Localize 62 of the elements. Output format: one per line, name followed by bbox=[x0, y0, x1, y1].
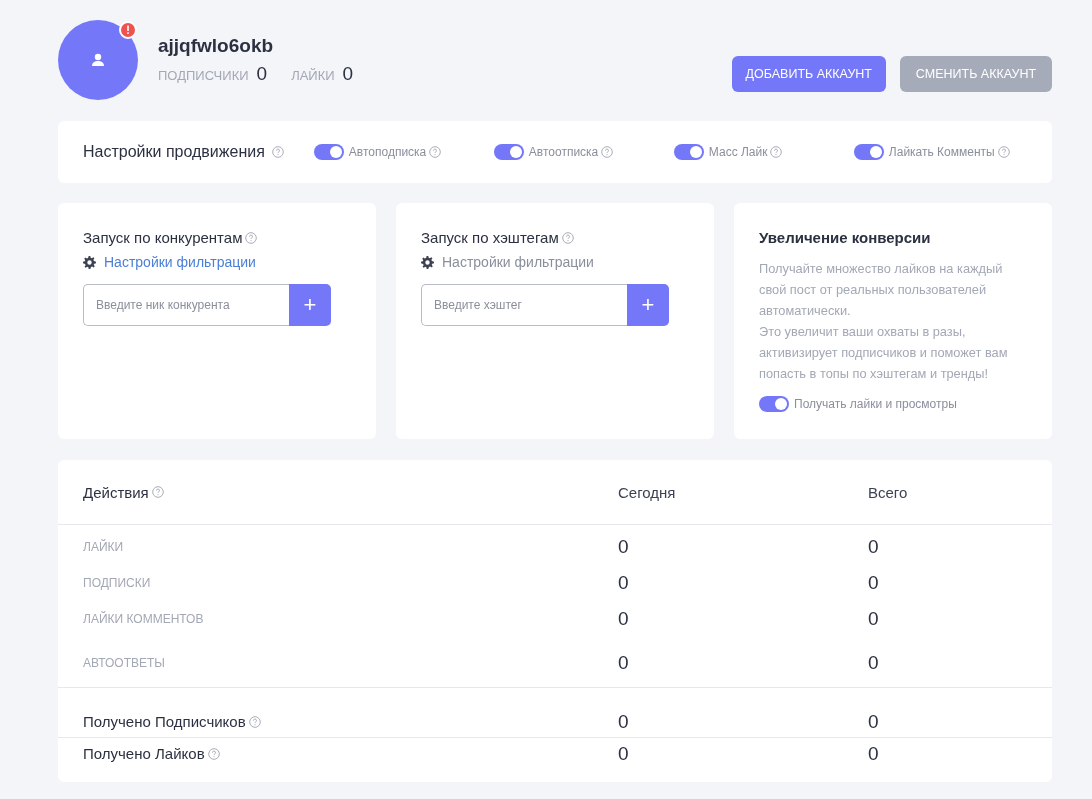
help-icon[interactable] bbox=[248, 715, 261, 728]
table-cell-text: 0 bbox=[618, 652, 630, 674]
filter-settings-link[interactable]: Настройки фильтрации bbox=[104, 254, 256, 270]
table-cell: 0 bbox=[868, 742, 879, 765]
table-cell: 0 bbox=[868, 710, 879, 733]
toggle-label: Автоотписка bbox=[528, 145, 599, 159]
table-cell: 0 bbox=[868, 536, 879, 558]
description-text: Это увеличит ваши охваты в разы, активизирует подписчиков и поможет вам попасть в топы по хэштегам и тренды! bbox=[759, 323, 1009, 383]
table-cell: 0 bbox=[868, 652, 879, 674]
help-icon[interactable] bbox=[271, 146, 284, 158]
stat-value: 0 bbox=[342, 63, 354, 85]
add-button[interactable]: + bbox=[289, 284, 331, 326]
toggle-switch[interactable] bbox=[853, 144, 884, 160]
username: ajjqfwlo6okb bbox=[158, 35, 275, 57]
table-cell-text: 0 bbox=[618, 608, 630, 630]
user-icon bbox=[90, 52, 106, 68]
row-label: АВТООТВЕТЫ bbox=[83, 656, 166, 670]
row-label: ПОДПИСКИ bbox=[83, 576, 152, 590]
table-cell-text: 0 bbox=[618, 536, 630, 558]
table-cell-text: 0 bbox=[618, 710, 630, 733]
toggle-switch[interactable] bbox=[313, 144, 344, 160]
toggle-label: Автоподписка bbox=[348, 145, 427, 159]
stat-label: ПОДПИСЧИКИ bbox=[158, 68, 249, 83]
column-header: Сегодня bbox=[618, 483, 677, 501]
card-title: Увеличение конверсии bbox=[759, 229, 931, 246]
input-field[interactable]: Введите ник конкурента bbox=[83, 284, 289, 326]
row-label: Получено Лайков bbox=[83, 745, 205, 762]
row-label: ЛАЙКИ bbox=[83, 540, 125, 554]
input-field[interactable]: Введите хэштег bbox=[421, 284, 627, 326]
help-icon[interactable] bbox=[997, 146, 1010, 158]
stat-label: ЛАЙКИ bbox=[291, 68, 335, 83]
toggle-switch[interactable] bbox=[759, 396, 789, 412]
help-icon[interactable] bbox=[561, 231, 574, 244]
add-button[interactable]: + bbox=[627, 284, 669, 326]
toggle-switch[interactable] bbox=[673, 144, 704, 160]
table-cell: 0 bbox=[868, 572, 879, 594]
description-text: Получайте множество лайков на каждый свой пост от реальных пользователей автоматически. bbox=[759, 260, 1004, 320]
help-icon[interactable] bbox=[770, 146, 783, 158]
gear-icon bbox=[83, 255, 96, 269]
card-title: Запуск по хэштегам bbox=[421, 229, 559, 246]
column-header: Действия bbox=[83, 483, 149, 501]
help-icon[interactable] bbox=[207, 747, 220, 760]
toggle-switch[interactable] bbox=[493, 144, 524, 160]
section-title: Настройки продвижения bbox=[83, 143, 265, 161]
gear-icon bbox=[421, 255, 434, 269]
account-button[interactable]: ДОБАВИТЬ АККАУНТ bbox=[731, 56, 886, 92]
table-cell: 0 bbox=[868, 608, 879, 630]
help-icon[interactable] bbox=[601, 146, 614, 158]
card-title: Запуск по конкурентам bbox=[83, 229, 243, 246]
column-header: Всего bbox=[868, 483, 908, 501]
help-icon[interactable] bbox=[151, 486, 164, 498]
toggle-label: Масс Лайк bbox=[708, 145, 768, 159]
help-icon[interactable] bbox=[245, 231, 258, 244]
row-label: ЛАЙКИ КОММЕНТОВ bbox=[83, 612, 205, 626]
toggle-label: Получать лайки и просмотры bbox=[794, 397, 957, 411]
help-icon[interactable] bbox=[429, 146, 442, 158]
filter-settings-link[interactable]: Настройки фильтрации bbox=[442, 254, 594, 270]
table-cell-text: 0 bbox=[618, 572, 630, 594]
stat-value: 0 bbox=[256, 63, 268, 85]
row-label: Получено Подписчиков bbox=[83, 713, 246, 730]
table-cell-text: 0 bbox=[618, 742, 630, 765]
toggle-label: Лайкать Комменты bbox=[888, 145, 995, 159]
